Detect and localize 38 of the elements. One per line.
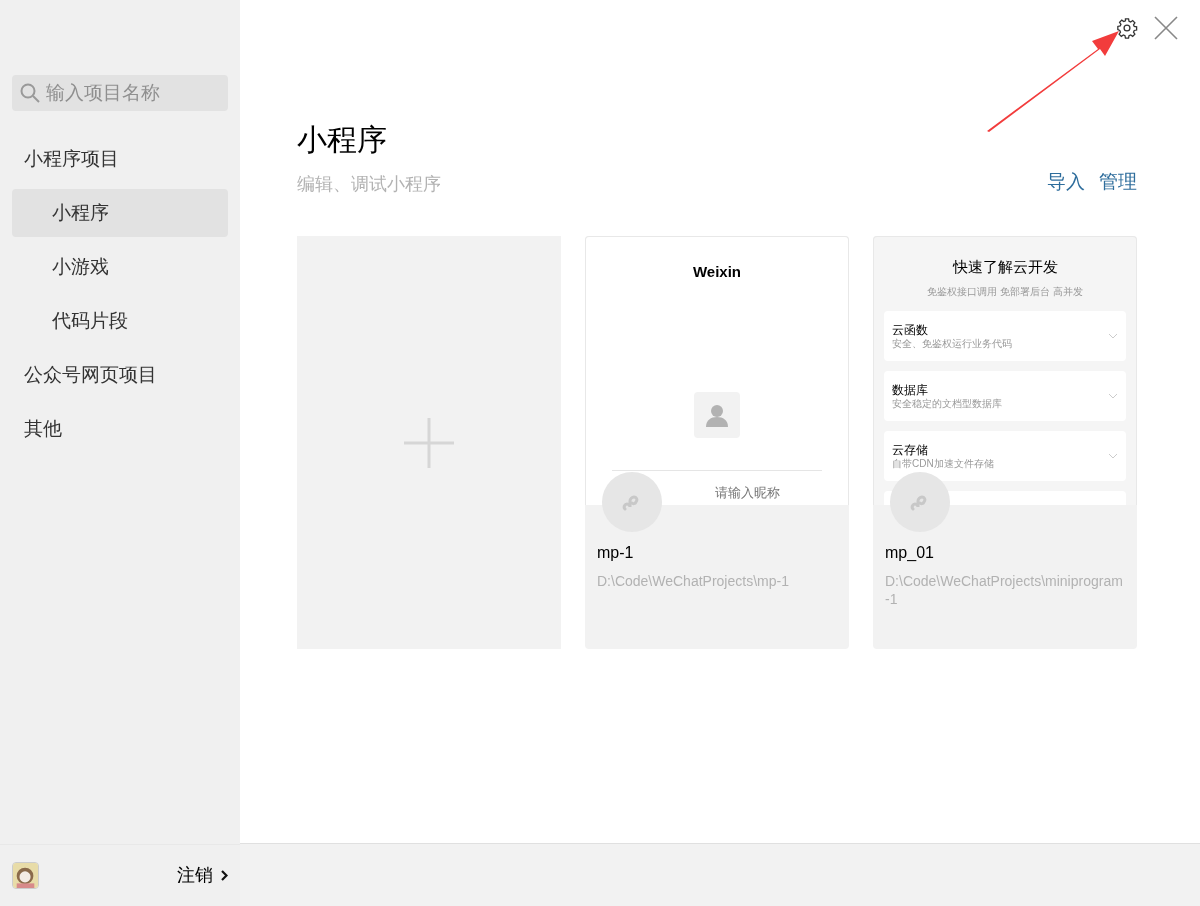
search-icon [20,83,40,103]
sidebar-item[interactable]: 公众号网页项目 [12,351,228,399]
chevron-down-icon [1108,333,1118,339]
feature-title: 数据库 [892,382,929,398]
feature-description: 自带CDN加速文件存储 [892,458,995,470]
logout-button[interactable]: 注销 [177,862,228,889]
project-name: mp-1 [597,543,635,563]
sidebar-item[interactable]: 小程序项目 [12,135,228,183]
header-link[interactable]: 管理 [1099,170,1137,194]
sidebar-item[interactable]: 小游戏 [12,243,228,291]
close-icon[interactable] [1154,16,1178,40]
page-subtitle: 编辑、调试小程序 [297,173,442,196]
search-input[interactable]: 输入项目名称 [46,78,228,108]
chevron-down-icon [1108,393,1118,399]
project-card[interactable]: 快速了解云开发 免鉴权接口调用 免部署后台 高并发 云函数 安全、免鉴权运行业务代码 数据库 安全稳定的文档型数据库 云存储 自带CDN加速文件存储 mp_01 D:\Code\WeChatProjects\miniprogram-1 [873,236,1137,649]
project-path: D:\Code\WeChatProjects\miniprogram-1 [885,572,1124,608]
project-name: mp_01 [885,543,935,563]
sidebar-item[interactable]: 其他 [12,405,228,453]
nickname-placeholder: 请输入昵称 [714,485,780,501]
preview-title: Weixin [692,263,742,281]
page-title: 小程序 [297,122,388,158]
feature-description: 安全、免鉴权运行业务代码 [892,338,1013,350]
settings-icon[interactable] [1116,17,1138,39]
avatar-placeholder-icon [694,392,740,438]
header-link[interactable]: 导入 [1047,170,1085,194]
project-card[interactable]: Weixin 请输入昵称 mp-1 D:\Code\WeChatProjects\mp-1 [585,236,849,649]
chevron-right-icon [221,870,228,881]
sidebar-item[interactable]: 小程序 [12,189,228,237]
feature-title: 云存储 [892,442,929,458]
feature-description: 安全稳定的文档型数据库 [892,398,1003,410]
chevron-down-icon [1108,453,1118,459]
plus-icon [404,417,454,468]
project-path: D:\Code\WeChatProjects\mp-1 [597,572,790,590]
search-field[interactable]: 输入项目名称 [12,75,228,111]
sidebar-item[interactable]: 代码片段 [12,297,228,345]
feature-title: 云函数 [892,322,929,338]
preview-title: 快速了解云开发 [952,257,1058,277]
preview-subtitle: 免鉴权接口调用 免部署后台 高并发 [927,286,1083,298]
